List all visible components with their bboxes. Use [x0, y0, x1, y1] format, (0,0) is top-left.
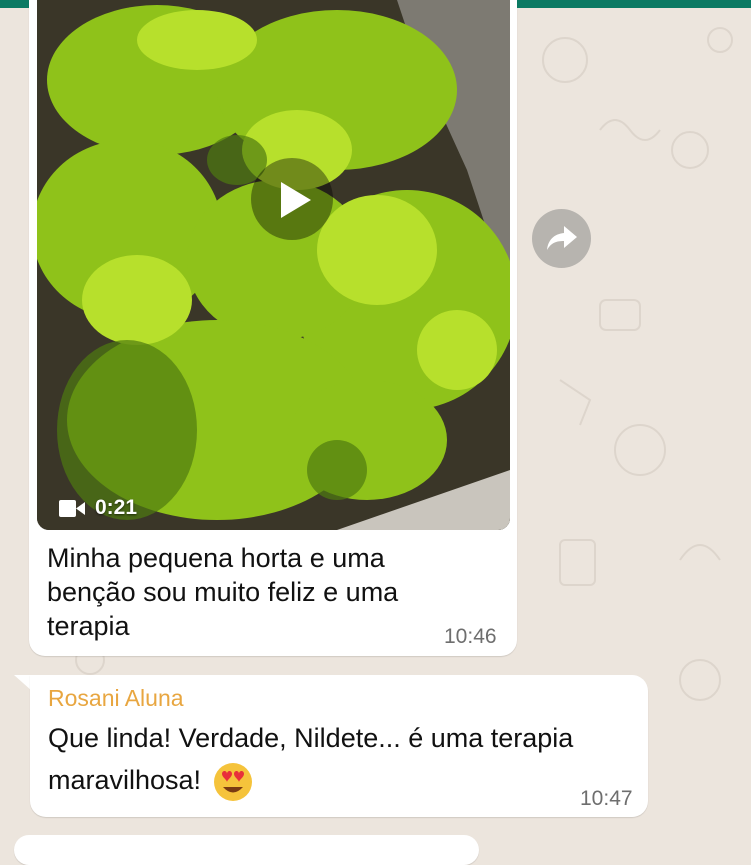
play-button[interactable] [251, 158, 333, 240]
message-time: 10:46 [444, 625, 497, 648]
next-message-bubble [14, 835, 479, 865]
sender-name[interactable]: Rosani Aluna [48, 685, 184, 712]
video-camera-icon [59, 499, 85, 517]
duration-label: 0:21 [95, 496, 138, 519]
message-text-content: Que linda! Verdade, Nildete... é uma ter… [48, 723, 574, 795]
video-caption: Minha pequena horta e uma benção sou mui… [47, 543, 399, 641]
text-message-bubble: Rosani Aluna Que linda! Verdade, Nildete… [30, 675, 648, 817]
message-text: Que linda! Verdade, Nildete... é uma ter… [48, 717, 628, 802]
forward-arrow-icon [547, 226, 577, 250]
video-thumbnail[interactable]: 0:21 [37, 0, 510, 530]
heart-eyes-emoji-icon [213, 762, 252, 801]
forward-button[interactable] [532, 209, 591, 268]
play-icon [281, 182, 311, 218]
message-time: 10:47 [580, 787, 633, 810]
video-message-bubble: 0:21 Minha pequena horta e uma benção so… [29, 0, 517, 656]
garden-image [37, 0, 510, 530]
video-duration: 0:21 [59, 496, 137, 520]
